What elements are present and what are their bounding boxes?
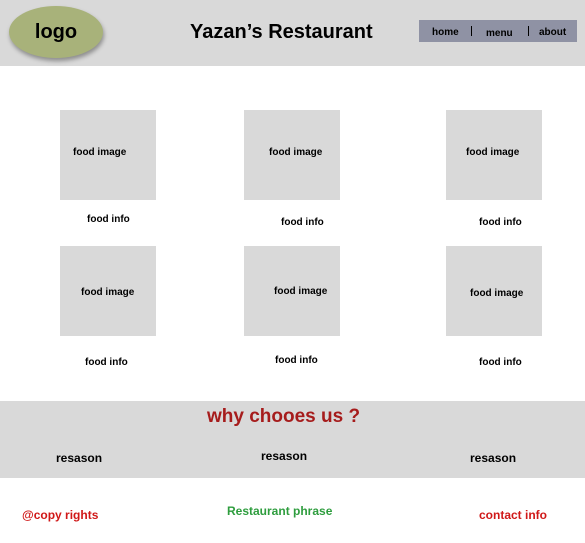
nav-divider <box>471 26 472 36</box>
food-info: food info <box>479 357 522 368</box>
food-image[interactable]: food image <box>446 110 542 200</box>
food-info: food info <box>281 217 324 228</box>
logo-text: logo <box>34 20 78 43</box>
why-title: why chooes us ? <box>207 406 361 427</box>
reason-item: resason <box>470 451 517 465</box>
nav-menu[interactable]: menu <box>486 28 513 39</box>
copyright-text: @copy rights <box>22 508 99 522</box>
contact-info-link[interactable]: contact info <box>479 508 547 522</box>
food-info: food info <box>87 214 130 225</box>
food-image-label: food image <box>470 288 524 299</box>
header-bar: logo Yazan’s Restaurant home menu about <box>0 0 585 66</box>
logo[interactable]: logo <box>9 6 103 58</box>
nav-bar: home menu about <box>419 20 577 42</box>
food-image[interactable]: food image <box>244 110 340 200</box>
restaurant-phrase: Restaurant phrase <box>227 504 333 518</box>
food-image-label: food image <box>73 147 127 158</box>
food-info: food info <box>479 217 522 228</box>
reason-item: resason <box>261 449 308 463</box>
why-section: why chooes us ? resason resason resason <box>0 401 585 478</box>
food-image[interactable]: food image <box>244 246 340 336</box>
food-image-label: food image <box>274 286 328 297</box>
nav-home[interactable]: home <box>432 27 459 38</box>
food-image[interactable]: food image <box>60 110 156 200</box>
food-image[interactable]: food image <box>60 246 156 336</box>
food-image-label: food image <box>466 147 520 158</box>
food-info: food info <box>275 355 318 366</box>
nav-about[interactable]: about <box>539 27 566 38</box>
reason-item: resason <box>56 451 103 465</box>
nav-divider <box>528 26 529 36</box>
food-info: food info <box>85 357 128 368</box>
food-image-label: food image <box>81 287 135 298</box>
food-image-label: food image <box>269 147 323 158</box>
site-title: Yazan’s Restaurant <box>190 21 373 43</box>
food-image[interactable]: food image <box>446 246 542 336</box>
